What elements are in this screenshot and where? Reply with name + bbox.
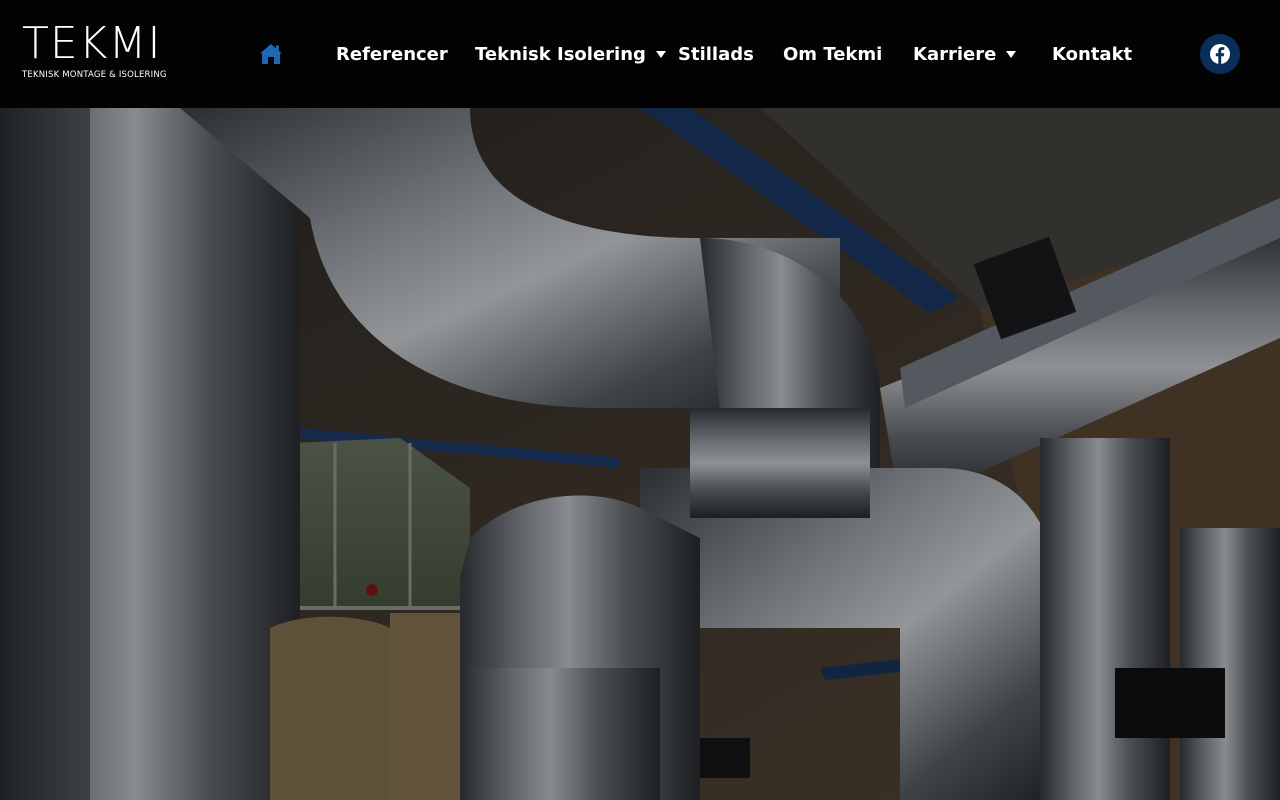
nav-label: Kontakt <box>1052 43 1133 65</box>
chevron-down-icon <box>1006 50 1017 58</box>
nav-karriere[interactable]: Karriere <box>913 42 1017 66</box>
nav-label: Referencer <box>336 43 448 65</box>
facebook-icon <box>1210 44 1230 64</box>
nav-label: Karriere <box>913 43 997 65</box>
nav-kontakt[interactable]: Kontakt <box>1052 42 1132 66</box>
nav-stillads[interactable]: Stillads <box>678 42 754 66</box>
nav-label: Om Tekmi <box>783 43 883 65</box>
nav-teknisk-isolering[interactable]: Teknisk Isolering <box>475 42 666 66</box>
chevron-down-icon <box>655 50 666 58</box>
nav-om-tekmi[interactable]: Om Tekmi <box>783 42 882 66</box>
home-icon <box>260 44 282 64</box>
site-header: TEKMI TEKNISK MONTAGE & ISOLERING Refere… <box>0 0 1280 108</box>
nav-label: Teknisk Isolering <box>475 43 646 65</box>
tekmi-logo[interactable]: TEKMI TEKNISK MONTAGE & ISOLERING <box>22 18 182 86</box>
hero-image <box>0 108 1280 800</box>
nav-home[interactable] <box>259 42 283 66</box>
nav-label: Stillads <box>678 43 754 65</box>
logo-wordmark: TEKMI <box>22 18 162 69</box>
insulated-steel-pipes-photo <box>0 108 1280 800</box>
facebook-button[interactable] <box>1200 34 1240 74</box>
nav-referencer[interactable]: Referencer <box>336 42 448 66</box>
logo-tagline: TEKNISK MONTAGE & ISOLERING <box>22 70 167 80</box>
